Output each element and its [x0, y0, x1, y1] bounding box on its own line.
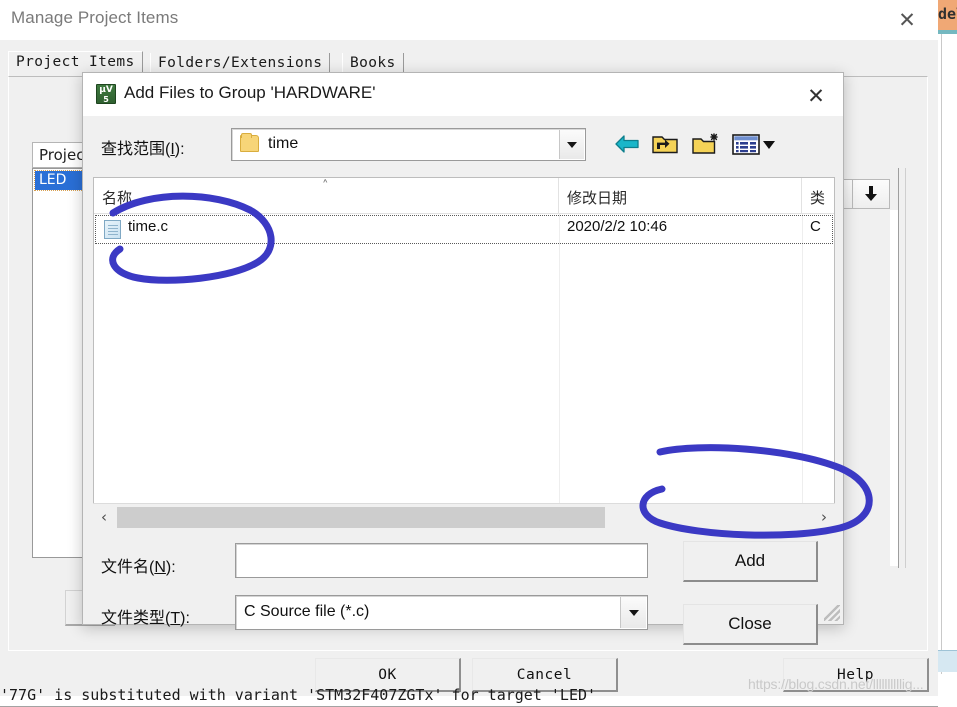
- file-type-cell: C: [810, 218, 821, 235]
- table-row[interactable]: time.c 2020/2/2 10:46 C: [94, 214, 834, 245]
- back-button[interactable]: [613, 131, 641, 157]
- file-name-text: time.c: [128, 218, 169, 235]
- chevron-down-icon: [628, 609, 639, 616]
- new-folder-icon: [692, 133, 718, 154]
- file-type-label-accel: T: [170, 610, 181, 627]
- column-divider-2: [802, 214, 803, 531]
- uvision-icon-bottom: 5: [103, 95, 109, 104]
- column-header-name[interactable]: 名称 ˄: [94, 178, 559, 214]
- panel-white-column: [890, 210, 898, 566]
- dialog-titlebar: μV 5 Add Files to Group 'HARDWARE' ✕: [83, 73, 843, 117]
- uvision-app-icon: μV 5: [96, 84, 116, 104]
- sort-ascending-icon: ˄: [322, 179, 329, 194]
- dialog-title: Add Files to Group 'HARDWARE': [124, 83, 376, 102]
- page-title: Manage Project Items: [11, 8, 179, 27]
- scroll-right-icon[interactable]: ›: [813, 504, 835, 530]
- file-date-cell: 2020/2/2 10:46: [567, 218, 668, 235]
- up-folder-icon: [652, 136, 678, 154]
- folder-icon: [240, 133, 259, 152]
- file-type-label: 文件类型(T):: [101, 604, 190, 628]
- add-button[interactable]: Add: [683, 541, 818, 582]
- editor-tab-label[interactable]: dela: [938, 0, 957, 30]
- column-divider-1: [559, 214, 560, 531]
- dialog-close-icon[interactable]: ✕: [803, 83, 829, 109]
- close-button[interactable]: Close: [683, 604, 818, 645]
- file-name-label-accel: N: [154, 559, 166, 576]
- file-list[interactable]: 名称 ˄ 修改日期 类 time.c 2020/2/2 10:46 C: [93, 177, 835, 531]
- screenshot-root: Manage Project Items ✕ Project Items Fol…: [0, 0, 957, 707]
- column-header-date[interactable]: 修改日期: [559, 178, 802, 214]
- window-titlebar: Manage Project Items ✕: [0, 0, 938, 40]
- scrollbar-thumb[interactable]: [117, 507, 605, 528]
- file-name-input[interactable]: [235, 543, 648, 578]
- look-in-dropdown-button[interactable]: [559, 130, 584, 159]
- new-folder-button[interactable]: [691, 131, 719, 157]
- editor-edge-strip: dela: [938, 0, 957, 707]
- file-type-value: C Source file (*.c): [244, 603, 370, 620]
- file-type-dropdown-button[interactable]: [620, 597, 646, 628]
- uvision-icon-top: μV: [99, 85, 113, 95]
- scroll-left-icon[interactable]: ‹: [93, 504, 115, 530]
- horizontal-scrollbar[interactable]: ‹ ›: [93, 503, 835, 530]
- panel-right-divider: [898, 168, 906, 568]
- file-type-combobox[interactable]: C Source file (*.c): [235, 595, 648, 630]
- up-one-level-button[interactable]: [651, 131, 679, 157]
- look-in-label-prefix: 查找范围(: [101, 141, 171, 158]
- file-list-header: 名称 ˄ 修改日期 类: [94, 178, 834, 214]
- c-source-file-icon: [104, 220, 121, 239]
- add-files-dialog: μV 5 Add Files to Group 'HARDWARE' ✕ 查找范…: [82, 72, 844, 645]
- arrow-down-icon: [865, 186, 877, 201]
- editor-status-strip: [938, 650, 957, 672]
- resize-grip[interactable]: [824, 605, 840, 621]
- file-name-label: 文件名(N):: [101, 553, 176, 577]
- look-in-combobox[interactable]: time: [231, 128, 586, 161]
- back-icon: [615, 135, 639, 153]
- close-icon[interactable]: ✕: [894, 7, 920, 33]
- view-mode-icon: [732, 134, 775, 155]
- column-header-type[interactable]: 类: [802, 178, 836, 214]
- file-name-label-prefix: 文件名(: [101, 559, 155, 576]
- chevron-down-icon: [567, 141, 577, 148]
- look-in-value: time: [268, 135, 299, 152]
- move-down-button[interactable]: [852, 179, 890, 209]
- file-type-label-suffix: ):: [180, 610, 190, 627]
- build-output-text: '77G' is substituted with variant 'STM32…: [0, 686, 597, 704]
- look-in-label: 查找范围(I):: [101, 135, 185, 159]
- watermark-text: https://blog.csdn.net/llllllllllig...: [748, 676, 924, 692]
- editor-area: [941, 34, 957, 674]
- look-in-label-suffix: ):: [174, 141, 185, 158]
- column-header-name-label: 名称: [102, 190, 133, 207]
- view-mode-button[interactable]: [731, 131, 775, 157]
- file-name-label-suffix: ):: [165, 559, 176, 576]
- file-type-label-prefix: 文件类型(: [101, 610, 171, 627]
